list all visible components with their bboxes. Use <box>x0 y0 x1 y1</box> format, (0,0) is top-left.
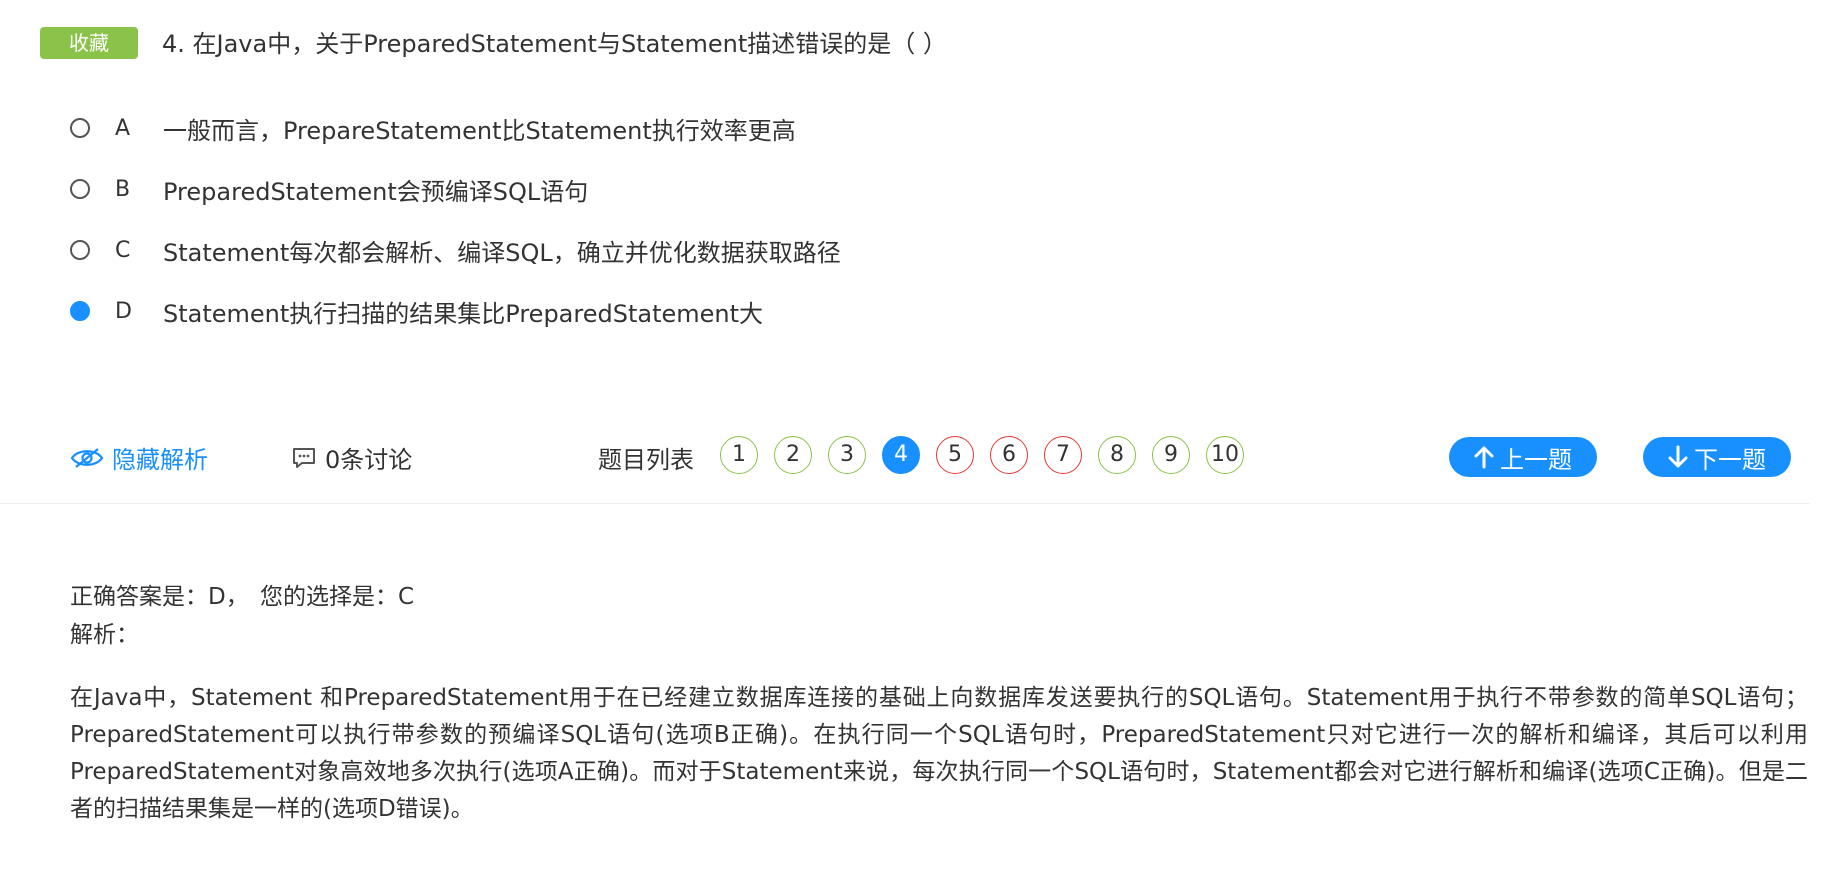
option-letter: B <box>115 176 131 202</box>
question-number-2[interactable]: 2 <box>774 436 812 474</box>
next-question-button[interactable]: 下一题 <box>1643 437 1791 477</box>
favorite-button[interactable]: 收藏 <box>40 27 138 59</box>
question-toolbar: 隐藏解析 0条讨论 题目列表 1 2 3 4 5 6 7 8 9 10 上一题 … <box>0 436 1832 486</box>
option-text: PreparedStatement会预编译SQL语句 <box>163 177 589 206</box>
hide-analysis-link[interactable]: 隐藏解析 <box>70 440 208 475</box>
option-text: Statement执行扫描的结果集比PreparedStatement大 <box>163 299 764 328</box>
question-title: 4. 在Java中，关于PreparedStatement与Statement描… <box>162 30 947 58</box>
question-number-4[interactable]: 4 <box>882 436 920 474</box>
question-list-label: 题目列表 <box>598 446 694 474</box>
eye-icon <box>70 447 104 468</box>
question-number-6[interactable]: 6 <box>990 436 1028 474</box>
discussion-link[interactable]: 0条讨论 <box>291 440 412 475</box>
option-b[interactable]: B PreparedStatement会预编译SQL语句 <box>70 169 588 209</box>
radio-d[interactable] <box>70 301 90 321</box>
option-letter: C <box>115 237 131 263</box>
question-number-7[interactable]: 7 <box>1044 436 1082 474</box>
answer-summary: 正确答案是：D， 您的选择是：C <box>70 580 418 614</box>
option-text: 一般而言，PrepareStatement比Statement执行效率更高 <box>163 116 796 145</box>
analysis-label: 解析： <box>70 622 139 648</box>
question-number-5[interactable]: 5 <box>936 436 974 474</box>
next-question-label: 下一题 <box>1694 445 1766 474</box>
comment-icon <box>293 447 315 468</box>
option-d[interactable]: D Statement执行扫描的结果集比PreparedStatement大 <box>70 291 763 331</box>
question-number-1[interactable]: 1 <box>720 436 758 474</box>
question-number-3[interactable]: 3 <box>828 436 866 474</box>
question-number-10[interactable]: 10 <box>1206 436 1244 474</box>
your-choice: 您的选择是：C <box>260 584 415 610</box>
option-text: Statement每次都会解析、编译SQL，确立并优化数据获取路径 <box>163 238 841 267</box>
discussion-label: 0条讨论 <box>325 446 413 474</box>
option-letter: A <box>115 115 131 141</box>
radio-a[interactable] <box>70 118 90 138</box>
prev-question-label: 上一题 <box>1500 445 1572 474</box>
question-number-8[interactable]: 8 <box>1098 436 1136 474</box>
arrow-down-icon <box>1668 445 1688 468</box>
hide-analysis-label: 隐藏解析 <box>112 446 208 474</box>
radio-c[interactable] <box>70 240 90 260</box>
option-c[interactable]: C Statement每次都会解析、编译SQL，确立并优化数据获取路径 <box>70 230 841 270</box>
divider <box>0 503 1810 504</box>
prev-question-button[interactable]: 上一题 <box>1449 437 1597 477</box>
option-letter: D <box>115 298 132 324</box>
radio-b[interactable] <box>70 179 90 199</box>
correct-answer: 正确答案是：D， <box>70 584 249 610</box>
arrow-up-icon <box>1474 446 1494 469</box>
question-number-9[interactable]: 9 <box>1152 436 1190 474</box>
option-a[interactable]: A 一般而言，PrepareStatement比Statement执行效率更高 <box>70 108 796 148</box>
analysis-text: 在Java中，Statement 和PreparedStatement用于在已经… <box>70 685 1808 822</box>
